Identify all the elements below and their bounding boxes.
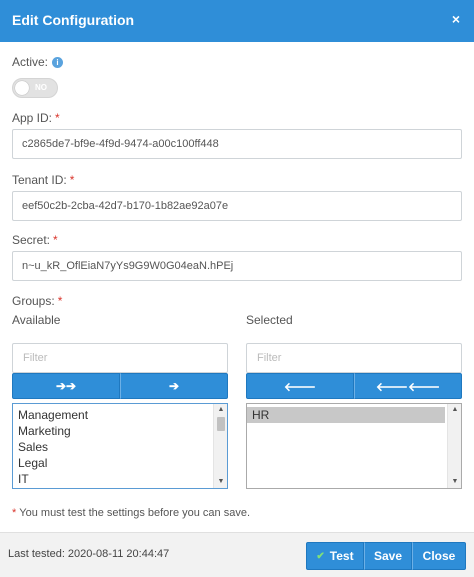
remove-selected-button[interactable]: 🡐 bbox=[246, 373, 354, 399]
app-id-input[interactable]: c2865de7-bf9e-4f9d-9474-a00c100ff448 bbox=[12, 129, 462, 159]
info-icon[interactable]: i bbox=[52, 57, 64, 68]
note-text: You must test the settings before you ca… bbox=[19, 507, 251, 519]
scroll-down-icon[interactable]: ▼ bbox=[448, 476, 461, 488]
dialog-title: Edit Configuration bbox=[12, 12, 135, 28]
scroll-down-icon[interactable]: ▼ bbox=[214, 476, 227, 488]
required-marker: * bbox=[53, 233, 58, 247]
app-id-label-row: App ID: * bbox=[12, 111, 60, 125]
app-id-label: App ID: bbox=[12, 111, 53, 125]
groups-label: Groups: bbox=[12, 294, 55, 308]
groups-label-row: Groups: * bbox=[12, 294, 62, 308]
secret-label-row: Secret: * bbox=[12, 233, 58, 247]
close-button[interactable]: Close bbox=[412, 542, 466, 570]
footer-actions: ✔ Test Save Close bbox=[306, 542, 466, 570]
list-item[interactable]: Management bbox=[13, 407, 227, 423]
secret-input[interactable]: n~u_kR_OflEiaN7yYs9G9W0G04eaN.hPEj bbox=[12, 251, 462, 281]
test-button-label: Test bbox=[329, 549, 354, 563]
scroll-up-icon[interactable]: ▲ bbox=[448, 404, 461, 416]
available-move-buttons: ➔➔ ➔ bbox=[12, 373, 228, 399]
tenant-id-label-row: Tenant ID: * bbox=[12, 173, 74, 187]
selected-items: HR bbox=[247, 404, 461, 423]
list-item[interactable]: Marketing bbox=[13, 423, 227, 439]
required-marker: * bbox=[57, 294, 63, 308]
save-button[interactable]: Save bbox=[364, 542, 412, 570]
active-toggle[interactable]: NO bbox=[12, 78, 58, 98]
secret-label: Secret: bbox=[12, 233, 51, 247]
move-selected-button[interactable]: ➔ bbox=[120, 373, 228, 399]
selected-label: Selected bbox=[246, 313, 293, 327]
list-item[interactable]: Sales bbox=[13, 439, 227, 455]
check-icon: ✔ bbox=[316, 550, 325, 562]
active-label: Active: bbox=[12, 55, 49, 69]
list-item[interactable]: HR bbox=[247, 407, 445, 423]
available-groups-list[interactable]: Management Marketing Sales Legal IT ▲ ▼ bbox=[12, 403, 228, 489]
selected-groups-list[interactable]: HR ▲ ▼ bbox=[246, 403, 462, 489]
remove-all-button[interactable]: 🡐🡐 bbox=[354, 373, 462, 399]
required-marker: * bbox=[69, 173, 75, 187]
toggle-state-label: NO bbox=[35, 83, 47, 92]
available-label: Available bbox=[12, 313, 61, 327]
test-button[interactable]: ✔ Test bbox=[306, 542, 364, 570]
close-icon[interactable]: × bbox=[452, 11, 460, 27]
required-marker: * bbox=[12, 507, 17, 519]
selected-remove-buttons: 🡐 🡐🡐 bbox=[246, 373, 462, 399]
active-label-row: Active: i bbox=[12, 55, 64, 69]
list-item[interactable]: Legal bbox=[13, 455, 227, 471]
tenant-id-label: Tenant ID: bbox=[12, 173, 67, 187]
test-required-note: * You must test the settings before you c… bbox=[12, 507, 250, 519]
dialog-footer: Last tested: 2020-08-11 20:44:47 ✔ Test S… bbox=[0, 532, 474, 577]
dialog-header: Edit Configuration × bbox=[0, 0, 474, 42]
available-items: Management Marketing Sales Legal IT bbox=[13, 404, 227, 487]
tenant-id-input[interactable]: eef50c2b-2cba-42d7-b170-1b82ae92a07e bbox=[12, 191, 462, 221]
required-marker: * bbox=[55, 111, 60, 125]
selected-scrollbar[interactable]: ▲ ▼ bbox=[447, 404, 461, 488]
available-scrollbar[interactable]: ▲ ▼ bbox=[213, 404, 227, 488]
scroll-thumb[interactable] bbox=[217, 417, 225, 431]
move-all-button[interactable]: ➔➔ bbox=[12, 373, 120, 399]
last-tested-text: Last tested: 2020-08-11 20:44:47 bbox=[8, 548, 170, 560]
toggle-knob bbox=[15, 81, 29, 95]
selected-filter-input[interactable] bbox=[246, 343, 462, 373]
scroll-up-icon[interactable]: ▲ bbox=[214, 404, 227, 416]
available-filter-input[interactable] bbox=[12, 343, 228, 373]
list-item[interactable]: IT bbox=[13, 471, 227, 487]
